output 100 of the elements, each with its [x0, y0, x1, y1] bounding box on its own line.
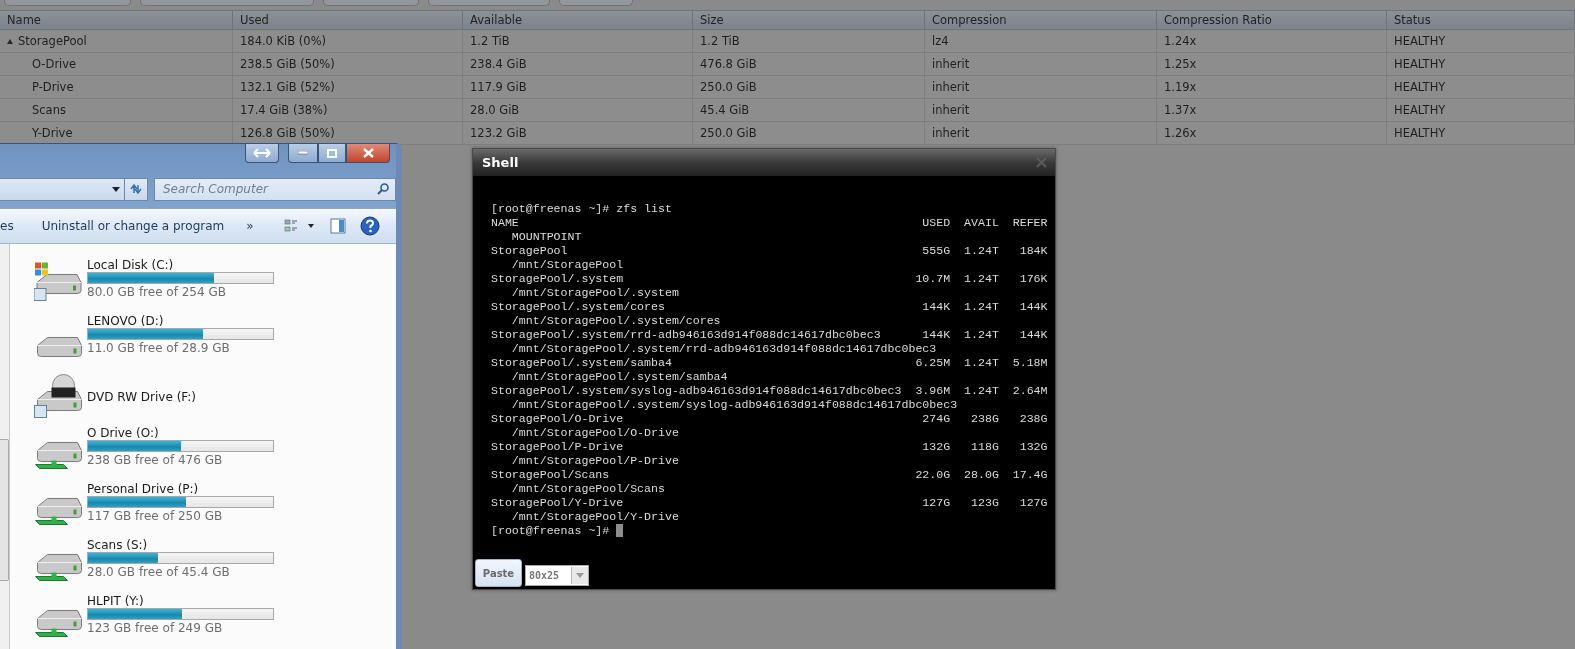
- terminal-text: 6.25M: [914, 356, 951, 370]
- column-header[interactable]: Used: [233, 10, 463, 30]
- table-cell: 1.24x: [1157, 30, 1387, 53]
- terminal-text: /mnt/StoragePool/O-Drive: [510, 426, 679, 440]
- help-icon[interactable]: [360, 216, 380, 236]
- column-header[interactable]: Size: [693, 10, 925, 30]
- drive-name: LENOVO (D:): [87, 314, 165, 328]
- table-cell: 117.9 GiB: [463, 76, 693, 99]
- table-cell: HEALTHY: [1387, 30, 1575, 53]
- terminal-text: 184K: [1018, 244, 1048, 258]
- terminal-text: StoragePool/P-Drive: [491, 440, 625, 454]
- column-header[interactable]: Name: [0, 10, 233, 30]
- minimize-button[interactable]: [288, 144, 318, 163]
- table-cell: 1.2 TiB: [693, 30, 925, 53]
- paste-button[interactable]: Paste: [475, 559, 522, 587]
- table-cell: inherit: [925, 99, 1157, 122]
- table-cell: StoragePool: [0, 30, 233, 53]
- drive-item[interactable]: Personal Drive (P:) 117 GB free of 250 GB: [32, 479, 274, 535]
- terminal-text: 144K: [921, 300, 951, 314]
- terminal-text: REFER: [1011, 216, 1048, 230]
- terminal-text: StoragePool/O-Drive: [491, 412, 625, 426]
- terminal-text: 238G: [1018, 412, 1048, 426]
- view-options-icon[interactable]: [284, 219, 316, 233]
- text-cursor: [616, 524, 624, 537]
- table-cell: 45.4 GiB: [693, 99, 925, 122]
- terminal-text: 144K: [1018, 300, 1048, 314]
- table-cell: 238.5 GiB (50%): [233, 53, 463, 76]
- terminal-text: 127G: [1018, 496, 1048, 510]
- terminal-text: MOUNTPOINT: [510, 230, 582, 244]
- close-icon: [362, 148, 374, 158]
- network-drive-icon: [35, 442, 82, 469]
- terminal-text: 238G: [970, 412, 999, 426]
- double-arrow-icon: [253, 148, 271, 158]
- drive-item[interactable]: HLPIT (Y:) 123 GB free of 249 GB: [32, 591, 274, 647]
- terminal-text: 176K: [1018, 272, 1048, 286]
- terminal-text: 3.96M: [914, 384, 951, 398]
- resize-button[interactable]: [245, 144, 279, 163]
- maximize-icon: [327, 148, 337, 158]
- drive-name: DVD RW Drive (F:): [87, 389, 196, 404]
- column-header[interactable]: Status: [1387, 10, 1575, 30]
- toolbar-item[interactable]: Uninstall or change a program: [37, 215, 229, 237]
- free-space-text: 28.0 GB free of 45.4 GB: [87, 564, 231, 581]
- table-cell: 250.0 GiB: [693, 122, 925, 145]
- table-cell: 1.19x: [1157, 76, 1387, 99]
- table-cell: P-Drive: [0, 76, 233, 99]
- terminal-line: [root@freenas ~]# zfs list: [491, 202, 672, 216]
- terminal-text: 1.24T: [963, 300, 999, 314]
- maximize-button[interactable]: [318, 144, 346, 163]
- drive-name: HLPIT (Y:): [87, 594, 145, 608]
- drive-item[interactable]: Local Disk (C:) 80.0 GB free of 254 GB: [32, 255, 274, 311]
- table-cell: 123.2 GiB: [463, 122, 693, 145]
- table-cell: 1.2 TiB: [463, 30, 693, 53]
- scrollbar[interactable]: [0, 244, 10, 649]
- dropdown-caret-icon: [576, 573, 584, 578]
- table-cell: 1.25x: [1157, 53, 1387, 76]
- column-header[interactable]: Available: [463, 10, 693, 30]
- terminal-text: 123G: [970, 496, 999, 510]
- minimize-icon: [298, 151, 308, 155]
- free-space-text: 80.0 GB free of 254 GB: [87, 284, 227, 301]
- terminal-text: StoragePool/.system/cores: [491, 300, 666, 314]
- drive-item[interactable]: O Drive (O:) 238 GB free of 476 GB: [32, 423, 274, 479]
- column-header[interactable]: Compression Ratio: [1157, 10, 1387, 30]
- terminal-text: StoragePool/.system/samba4: [491, 356, 673, 370]
- terminal-text: 118G: [970, 440, 999, 454]
- dropdown-caret-icon: [112, 186, 120, 192]
- terminal-text: /mnt/StoragePool/Scans: [510, 482, 665, 496]
- terminal-text: StoragePool/.system/rrd-adb946163d914f088dc14617dbc0bec3: [491, 328, 882, 342]
- table-cell: 1.26x: [1157, 122, 1387, 145]
- terminal-text: 132G: [1018, 440, 1048, 454]
- refresh-arrows-icon: [129, 183, 143, 195]
- toolbar-item[interactable]: es: [0, 219, 24, 233]
- close-button[interactable]: [346, 144, 390, 163]
- terminal-text: StoragePool: [491, 244, 569, 258]
- terminal-text: StoragePool/Scans: [491, 468, 611, 482]
- refresh-button[interactable]: [124, 177, 148, 201]
- size-select[interactable]: 80x25: [525, 565, 589, 586]
- network-drive-icon: [35, 554, 82, 581]
- terminal-text: 1.24T: [963, 272, 999, 286]
- table-cell: inherit: [925, 122, 1157, 145]
- drive-name: O Drive (O:): [87, 426, 160, 440]
- drive-item[interactable]: LENOVO (D:) 11.0 GB free of 28.9 GB: [32, 311, 274, 367]
- table-cell: 250.0 GiB: [693, 76, 925, 99]
- terminal-text: StoragePool/.system: [491, 272, 625, 286]
- drive-item[interactable]: Scans (S:) 28.0 GB free of 45.4 GB: [32, 535, 274, 591]
- table-cell: 238.4 GiB: [463, 53, 693, 76]
- scroll-thumb[interactable]: [0, 439, 9, 581]
- terminal-text: 22.0G: [914, 468, 951, 482]
- expand-triangle-icon[interactable]: [7, 38, 13, 44]
- table-cell: HEALTHY: [1387, 53, 1575, 76]
- more-chevron[interactable]: »: [246, 219, 254, 233]
- table-cell: 1.37x: [1157, 99, 1387, 122]
- drive-item[interactable]: DVD RW Drive (F:): [32, 367, 274, 423]
- terminal-text: 274G: [921, 412, 951, 426]
- column-header[interactable]: Compression: [925, 10, 1157, 30]
- close-icon[interactable]: [1036, 157, 1047, 168]
- table-cell: Scans: [0, 99, 233, 122]
- terminal-text: StoragePool/Y-Drive: [491, 496, 625, 510]
- address-bar[interactable]: [0, 177, 125, 201]
- terminal-text: AVAIL: [963, 216, 999, 230]
- preview-pane-icon[interactable]: [330, 218, 346, 234]
